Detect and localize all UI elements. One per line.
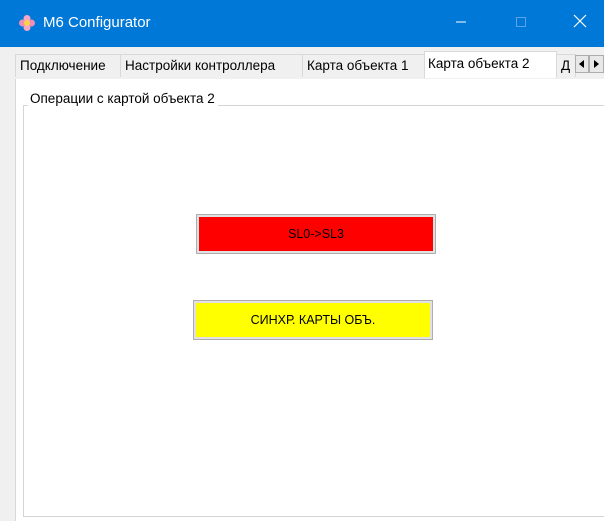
window-title: M6 Configurator (43, 14, 151, 31)
minimize-icon (455, 15, 467, 33)
sl0-sl3-button-face: SL0->SL3 (199, 217, 433, 251)
tab-scroll-left-button[interactable] (575, 55, 589, 73)
maximize-icon (515, 15, 527, 33)
sync-object-map-button-label: СИНХР. КАРТЫ ОБЪ. (250, 313, 376, 327)
tab-controller-settings[interactable]: Настройки контроллера (120, 54, 303, 77)
sl0-sl3-button-label: SL0->SL3 (288, 227, 344, 241)
tab-scroll-right-button[interactable] (589, 55, 604, 73)
scroll-left-icon (579, 55, 585, 73)
group-box-title: Операции с картой объекта 2 (28, 90, 218, 108)
sync-object-map-button[interactable]: СИНХР. КАРТЫ ОБЪ. (193, 300, 433, 340)
tab-partial[interactable]: Д (556, 54, 576, 77)
sl0-sl3-button[interactable]: SL0->SL3 (196, 214, 436, 254)
tab-strip: Подключение Настройки контроллера Карта … (0, 47, 604, 79)
sync-object-map-button-face: СИНХР. КАРТЫ ОБЪ. (196, 303, 430, 337)
scroll-right-icon (593, 55, 600, 73)
minimize-button[interactable] (438, 0, 484, 47)
tab-connection[interactable]: Подключение (15, 54, 121, 77)
close-icon (573, 14, 587, 33)
flower-icon (18, 14, 36, 32)
close-button[interactable] (557, 0, 603, 47)
maximize-button[interactable] (498, 0, 544, 47)
title-bar: M6 Configurator (0, 0, 604, 47)
tab-object-map-2[interactable]: Карта объекта 2 (424, 51, 557, 78)
tab-object-map-1[interactable]: Карта объекта 1 (302, 54, 425, 77)
